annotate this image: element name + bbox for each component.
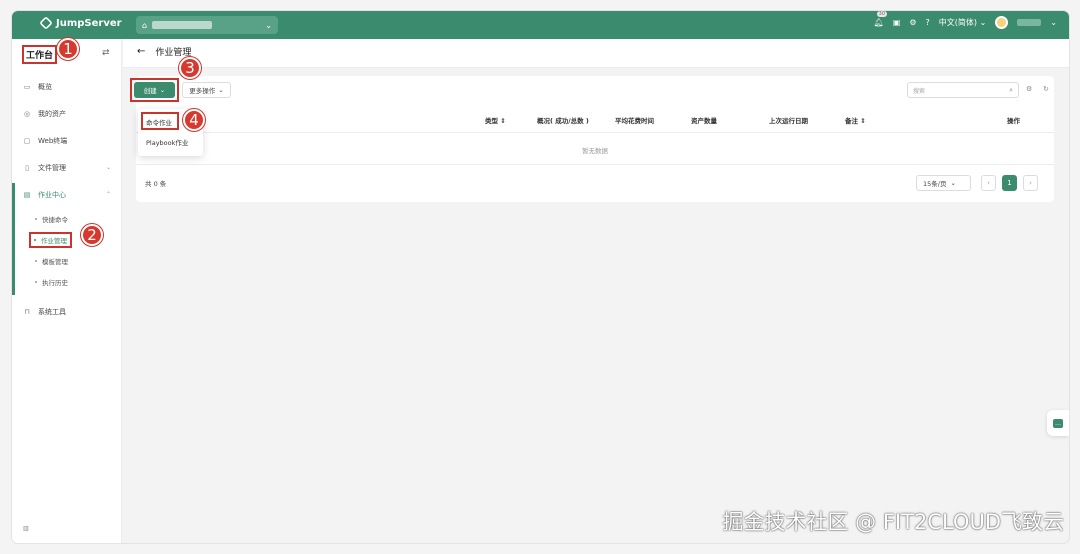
search-placeholder: 搜索 <box>913 87 926 95</box>
search-input[interactable]: 搜索 ⌕ <box>907 82 1019 98</box>
sidebar-menu: ▭ 概览 ◎ 我的资产 ▢ Web终端 ▯ 文件管理 ⌄ ▤ 作业中心 ⌃ 快捷… <box>12 73 122 325</box>
active-group-indicator <box>12 183 15 295</box>
avatar[interactable] <box>995 16 1009 29</box>
sidebar-subitem-label: 快捷命令 <box>42 215 68 224</box>
workspace-title[interactable]: 工作台 <box>22 45 58 64</box>
more-actions-label: 更多操作 <box>189 87 216 95</box>
annotation-marker-1: 1 <box>57 38 79 60</box>
sidebar-item-label: Web终端 <box>38 136 68 145</box>
user-chevron-down-icon[interactable]: ⌄ <box>1050 18 1057 27</box>
dropdown-item-playbook-job[interactable]: Playbook作业 <box>146 137 188 147</box>
bullet-icon <box>35 280 37 283</box>
sidebar-item-overview[interactable]: ▭ 概览 <box>12 73 122 100</box>
sidebar-subitem-label: 模板管理 <box>42 257 68 266</box>
overview-icon: ▭ <box>23 82 31 91</box>
file-icon: ▯ <box>25 163 29 172</box>
sidebar: 工作台 ⇄ ▭ 概览 ◎ 我的资产 ▢ Web终端 ▯ 文件管理 ⌄ ▤ 作业中… <box>12 39 122 543</box>
settings-gear-icon[interactable]: ⚙ <box>909 18 916 27</box>
refresh-icon[interactable]: ↻ <box>1043 85 1049 93</box>
chevron-up-icon: ⌃ <box>105 191 111 198</box>
chat-icon: … <box>1053 418 1063 428</box>
sidebar-item-web-terminal[interactable]: ▢ Web终端 <box>12 127 122 154</box>
assets-icon: ◎ <box>23 109 31 118</box>
notification-count-badge: 30 <box>876 11 888 17</box>
sidebar-item-label: 概览 <box>38 82 52 91</box>
page-header <box>123 39 1069 68</box>
create-button[interactable]: 创建 ⌄ <box>134 82 175 98</box>
org-icon: ⌂ <box>142 20 148 30</box>
breadcrumb: ← 作业管理 <box>137 45 191 58</box>
annotation-marker-3: 3 <box>179 57 201 79</box>
page-size-select[interactable]: 15条/页 ⌄ <box>916 175 971 191</box>
language-select[interactable]: 中文(简体) ⌄ <box>939 17 987 28</box>
brand-name: JumpServer <box>56 17 122 29</box>
column-header-asset-count: 资产数量 <box>691 117 717 125</box>
chevron-down-icon: ⌄ <box>950 179 956 187</box>
sidebar-item-label: 系统工具 <box>38 307 66 316</box>
sidebar-subitem-label: 作业管理 <box>41 236 67 245</box>
top-header: JumpServer ⌂ ⌄ 🔔︎ 30 ▣ ⚙ ? 中文(简体) ⌄ ⌄ <box>12 11 1069 39</box>
column-header-avg-time: 平均花费时间 <box>615 117 654 125</box>
table-header: 类型 ⇕ 概况( 成功/总数 ) 平均花费时间 资产数量 上次运行日期 备注 ⇕… <box>136 105 1054 133</box>
highlight-box: 作业管理 <box>29 231 72 248</box>
chat-assistant-button[interactable]: … <box>1047 410 1069 436</box>
sidebar-item-my-assets[interactable]: ◎ 我的资产 <box>12 100 122 127</box>
bullet-icon <box>34 238 36 241</box>
job-icon: ▤ <box>23 190 31 199</box>
highlight-box <box>141 112 179 130</box>
column-header-actions: 操作 <box>1007 117 1020 125</box>
sidebar-subitem-job-management[interactable]: 作业管理 <box>12 229 122 250</box>
sidebar-subitem-execution-history[interactable]: 执行历史 <box>12 271 122 292</box>
org-name-redacted <box>152 21 213 29</box>
tools-icon: ⊓ <box>24 307 30 316</box>
bullet-icon <box>35 217 37 220</box>
column-header-comment[interactable]: 备注 ⇕ <box>845 115 866 125</box>
app-window: JumpServer ⌂ ⌄ 🔔︎ 30 ▣ ⚙ ? 中文(简体) ⌄ ⌄ 工作台… <box>12 11 1069 543</box>
search-icon[interactable]: ⌕ <box>1009 86 1013 95</box>
menu-collapse-icon[interactable]: ▥ <box>23 525 29 532</box>
chevron-down-icon: ⌄ <box>218 86 224 94</box>
page-size-label: 15条/页 <box>923 180 947 188</box>
total-count: 共 0 条 <box>145 180 167 188</box>
web-terminal-icon[interactable]: ▣ <box>893 18 901 27</box>
sidebar-item-file-manager[interactable]: ▯ 文件管理 ⌄ <box>12 154 122 181</box>
column-header-last-run: 上次运行日期 <box>769 117 808 125</box>
username-redacted[interactable] <box>1017 19 1042 26</box>
sidebar-subitem-template-management[interactable]: 模板管理 <box>12 250 122 271</box>
sidebar-item-label: 我的资产 <box>38 109 66 118</box>
chevron-down-icon: ⌄ <box>105 164 111 171</box>
bullet-icon <box>35 259 37 262</box>
column-header-summary: 概况( 成功/总数 ) <box>537 117 589 125</box>
sidebar-item-job-center[interactable]: ▤ 作业中心 ⌃ <box>12 181 122 208</box>
brand-logo[interactable]: JumpServer <box>39 16 122 30</box>
terminal-icon: ▢ <box>23 136 31 145</box>
page-number-button[interactable]: 1 <box>1002 175 1017 191</box>
next-page-button[interactable]: › <box>1023 175 1038 191</box>
language-label: 中文(简体) <box>938 18 978 27</box>
help-icon[interactable]: ? <box>926 18 930 27</box>
empty-state: 暂无数据 <box>136 133 1054 165</box>
sidebar-subitem-quick-command[interactable]: 快捷命令 <box>12 208 122 229</box>
prev-page-button[interactable]: ‹ <box>981 175 996 191</box>
sidebar-item-label: 文件管理 <box>38 163 66 172</box>
jumpserver-logo-icon <box>39 16 53 30</box>
chevron-down-icon: ⌄ <box>265 20 272 30</box>
create-button-label: 创建 <box>143 87 157 95</box>
organization-select[interactable]: ⌂ ⌄ <box>136 16 278 34</box>
back-arrow-icon[interactable]: ← <box>137 46 145 57</box>
sidebar-subitem-label: 执行历史 <box>42 278 68 287</box>
annotation-marker-4: 4 <box>183 109 205 131</box>
column-header-type[interactable]: 类型 ⇕ <box>485 115 506 125</box>
notification-bell-icon[interactable]: 🔔︎ 30 <box>874 11 888 27</box>
sidebar-item-system-tools[interactable]: ⊓ 系统工具 <box>12 298 122 325</box>
more-actions-button[interactable]: 更多操作 ⌄ <box>182 82 231 98</box>
watermark: 掘金技术社区 @ FIT2CLOUD飞致云 <box>722 510 1065 534</box>
sidebar-item-label: 作业中心 <box>38 190 66 199</box>
annotation-marker-2: 2 <box>81 224 103 246</box>
header-actions: 🔔︎ 30 ▣ ⚙ ? 中文(简体) ⌄ ⌄ <box>874 11 1057 29</box>
switch-view-icon[interactable]: ⇄ <box>102 48 110 58</box>
chevron-down-icon: ⌄ <box>159 86 166 94</box>
page-title: 作业管理 <box>155 48 192 58</box>
settings-gear-icon[interactable]: ⚙ <box>1026 85 1032 93</box>
